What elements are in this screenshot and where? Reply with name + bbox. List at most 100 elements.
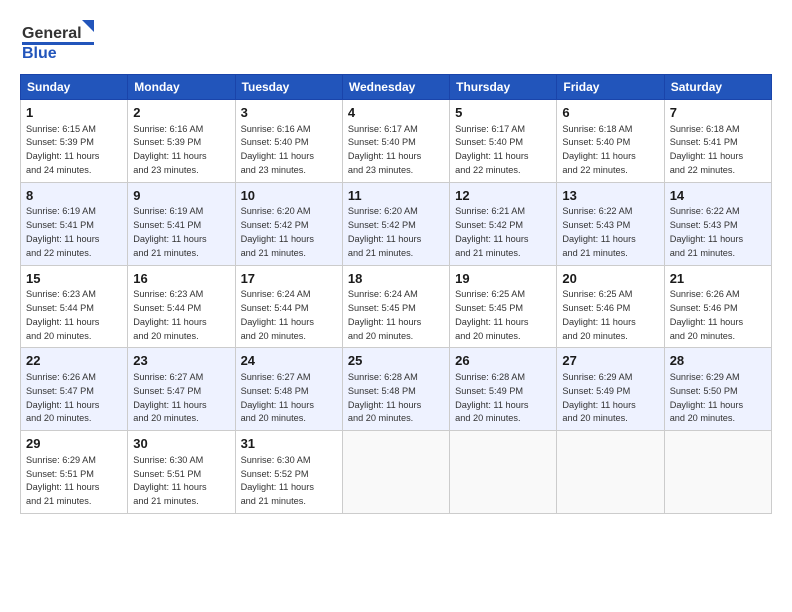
svg-text:General: General [22, 25, 82, 42]
day-number: 7 [670, 104, 766, 122]
calendar-cell: 3 Sunrise: 6:16 AMSunset: 5:40 PMDayligh… [235, 100, 342, 183]
weekday-header-wednesday: Wednesday [342, 75, 449, 100]
day-number: 12 [455, 187, 551, 205]
day-info: Sunrise: 6:26 AMSunset: 5:47 PMDaylight:… [26, 372, 99, 423]
day-number: 16 [133, 270, 229, 288]
calendar-cell: 23 Sunrise: 6:27 AMSunset: 5:47 PMDaylig… [128, 348, 235, 431]
day-info: Sunrise: 6:27 AMSunset: 5:48 PMDaylight:… [241, 372, 314, 423]
day-info: Sunrise: 6:30 AMSunset: 5:52 PMDaylight:… [241, 455, 314, 506]
calendar-cell: 22 Sunrise: 6:26 AMSunset: 5:47 PMDaylig… [21, 348, 128, 431]
day-number: 11 [348, 187, 444, 205]
day-number: 31 [241, 435, 337, 453]
day-number: 19 [455, 270, 551, 288]
day-number: 24 [241, 352, 337, 370]
day-info: Sunrise: 6:29 AMSunset: 5:49 PMDaylight:… [562, 372, 635, 423]
day-info: Sunrise: 6:23 AMSunset: 5:44 PMDaylight:… [26, 289, 99, 340]
calendar-cell: 28 Sunrise: 6:29 AMSunset: 5:50 PMDaylig… [664, 348, 771, 431]
day-number: 17 [241, 270, 337, 288]
calendar-cell: 25 Sunrise: 6:28 AMSunset: 5:48 PMDaylig… [342, 348, 449, 431]
calendar-cell [557, 431, 664, 514]
calendar-cell: 6 Sunrise: 6:18 AMSunset: 5:40 PMDayligh… [557, 100, 664, 183]
day-number: 14 [670, 187, 766, 205]
day-number: 23 [133, 352, 229, 370]
calendar-cell: 15 Sunrise: 6:23 AMSunset: 5:44 PMDaylig… [21, 265, 128, 348]
day-number: 27 [562, 352, 658, 370]
day-number: 1 [26, 104, 122, 122]
calendar-week-3: 15 Sunrise: 6:23 AMSunset: 5:44 PMDaylig… [21, 265, 772, 348]
weekday-header-monday: Monday [128, 75, 235, 100]
logo-svg: General Blue [20, 16, 100, 66]
calendar-cell: 1 Sunrise: 6:15 AMSunset: 5:39 PMDayligh… [21, 100, 128, 183]
calendar-week-4: 22 Sunrise: 6:26 AMSunset: 5:47 PMDaylig… [21, 348, 772, 431]
calendar-table: SundayMondayTuesdayWednesdayThursdayFrid… [20, 74, 772, 514]
day-info: Sunrise: 6:18 AMSunset: 5:40 PMDaylight:… [562, 124, 635, 175]
calendar-cell: 30 Sunrise: 6:30 AMSunset: 5:51 PMDaylig… [128, 431, 235, 514]
svg-text:Blue: Blue [22, 45, 57, 62]
weekday-header-saturday: Saturday [664, 75, 771, 100]
day-info: Sunrise: 6:21 AMSunset: 5:42 PMDaylight:… [455, 206, 528, 257]
calendar-cell [664, 431, 771, 514]
calendar-cell: 5 Sunrise: 6:17 AMSunset: 5:40 PMDayligh… [450, 100, 557, 183]
calendar-cell: 29 Sunrise: 6:29 AMSunset: 5:51 PMDaylig… [21, 431, 128, 514]
header: General Blue [20, 16, 772, 66]
weekday-header-thursday: Thursday [450, 75, 557, 100]
calendar-cell: 27 Sunrise: 6:29 AMSunset: 5:49 PMDaylig… [557, 348, 664, 431]
day-info: Sunrise: 6:19 AMSunset: 5:41 PMDaylight:… [26, 206, 99, 257]
calendar-cell: 16 Sunrise: 6:23 AMSunset: 5:44 PMDaylig… [128, 265, 235, 348]
weekday-header-friday: Friday [557, 75, 664, 100]
calendar-cell: 2 Sunrise: 6:16 AMSunset: 5:39 PMDayligh… [128, 100, 235, 183]
day-number: 9 [133, 187, 229, 205]
calendar-cell [450, 431, 557, 514]
day-number: 20 [562, 270, 658, 288]
day-info: Sunrise: 6:22 AMSunset: 5:43 PMDaylight:… [562, 206, 635, 257]
day-info: Sunrise: 6:29 AMSunset: 5:51 PMDaylight:… [26, 455, 99, 506]
day-number: 25 [348, 352, 444, 370]
calendar-cell: 21 Sunrise: 6:26 AMSunset: 5:46 PMDaylig… [664, 265, 771, 348]
calendar-cell: 20 Sunrise: 6:25 AMSunset: 5:46 PMDaylig… [557, 265, 664, 348]
day-info: Sunrise: 6:17 AMSunset: 5:40 PMDaylight:… [348, 124, 421, 175]
calendar-cell: 24 Sunrise: 6:27 AMSunset: 5:48 PMDaylig… [235, 348, 342, 431]
logo: General Blue [20, 16, 100, 66]
calendar-cell: 19 Sunrise: 6:25 AMSunset: 5:45 PMDaylig… [450, 265, 557, 348]
calendar-week-1: 1 Sunrise: 6:15 AMSunset: 5:39 PMDayligh… [21, 100, 772, 183]
day-number: 22 [26, 352, 122, 370]
day-info: Sunrise: 6:28 AMSunset: 5:48 PMDaylight:… [348, 372, 421, 423]
day-info: Sunrise: 6:23 AMSunset: 5:44 PMDaylight:… [133, 289, 206, 340]
calendar-week-5: 29 Sunrise: 6:29 AMSunset: 5:51 PMDaylig… [21, 431, 772, 514]
calendar-cell: 17 Sunrise: 6:24 AMSunset: 5:44 PMDaylig… [235, 265, 342, 348]
day-info: Sunrise: 6:16 AMSunset: 5:40 PMDaylight:… [241, 124, 314, 175]
day-info: Sunrise: 6:25 AMSunset: 5:46 PMDaylight:… [562, 289, 635, 340]
day-number: 21 [670, 270, 766, 288]
day-number: 3 [241, 104, 337, 122]
day-number: 10 [241, 187, 337, 205]
day-number: 30 [133, 435, 229, 453]
day-number: 28 [670, 352, 766, 370]
day-info: Sunrise: 6:22 AMSunset: 5:43 PMDaylight:… [670, 206, 743, 257]
day-info: Sunrise: 6:28 AMSunset: 5:49 PMDaylight:… [455, 372, 528, 423]
day-number: 8 [26, 187, 122, 205]
weekday-header-tuesday: Tuesday [235, 75, 342, 100]
day-info: Sunrise: 6:30 AMSunset: 5:51 PMDaylight:… [133, 455, 206, 506]
day-number: 4 [348, 104, 444, 122]
day-info: Sunrise: 6:16 AMSunset: 5:39 PMDaylight:… [133, 124, 206, 175]
day-info: Sunrise: 6:20 AMSunset: 5:42 PMDaylight:… [241, 206, 314, 257]
day-info: Sunrise: 6:25 AMSunset: 5:45 PMDaylight:… [455, 289, 528, 340]
calendar-cell: 10 Sunrise: 6:20 AMSunset: 5:42 PMDaylig… [235, 182, 342, 265]
calendar-cell: 12 Sunrise: 6:21 AMSunset: 5:42 PMDaylig… [450, 182, 557, 265]
weekday-header-sunday: Sunday [21, 75, 128, 100]
day-number: 15 [26, 270, 122, 288]
day-info: Sunrise: 6:24 AMSunset: 5:44 PMDaylight:… [241, 289, 314, 340]
day-number: 6 [562, 104, 658, 122]
calendar-cell: 4 Sunrise: 6:17 AMSunset: 5:40 PMDayligh… [342, 100, 449, 183]
calendar-cell: 14 Sunrise: 6:22 AMSunset: 5:43 PMDaylig… [664, 182, 771, 265]
day-info: Sunrise: 6:18 AMSunset: 5:41 PMDaylight:… [670, 124, 743, 175]
day-number: 29 [26, 435, 122, 453]
day-number: 13 [562, 187, 658, 205]
day-number: 2 [133, 104, 229, 122]
calendar-cell: 7 Sunrise: 6:18 AMSunset: 5:41 PMDayligh… [664, 100, 771, 183]
day-number: 5 [455, 104, 551, 122]
day-info: Sunrise: 6:20 AMSunset: 5:42 PMDaylight:… [348, 206, 421, 257]
calendar-cell: 9 Sunrise: 6:19 AMSunset: 5:41 PMDayligh… [128, 182, 235, 265]
day-info: Sunrise: 6:29 AMSunset: 5:50 PMDaylight:… [670, 372, 743, 423]
calendar-cell: 11 Sunrise: 6:20 AMSunset: 5:42 PMDaylig… [342, 182, 449, 265]
